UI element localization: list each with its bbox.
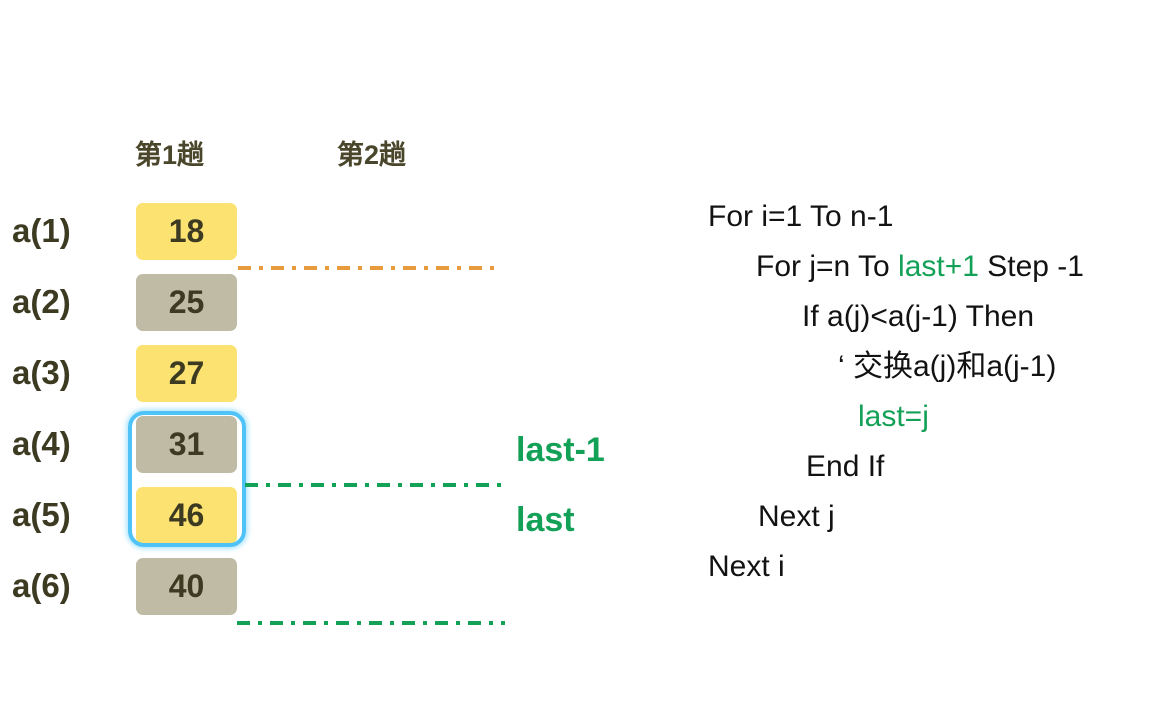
- code-segment: last=j: [858, 400, 929, 433]
- array-index-label-3: a(3): [12, 354, 71, 391]
- code-line-3: If a(j)<a(j-1) Then: [690, 292, 1150, 342]
- code-segment: End If: [806, 450, 885, 483]
- array-index-label-2: a(2): [12, 283, 71, 320]
- code-segment: Next j: [758, 500, 835, 533]
- pass-1-header: 第1趟: [135, 140, 205, 170]
- last-boundary-line: [245, 483, 501, 487]
- array-cell-6[interactable]: 40: [136, 558, 237, 615]
- array-cell-3[interactable]: 27: [136, 345, 237, 402]
- code-line-4: ‘ 交换a(j)和a(j-1): [690, 342, 1150, 392]
- slide-canvas: 第1趟 第2趟 a(1) 18 a(2) 25 a(3) 27 a(4) 31 a(5) 46 a(…: [0, 0, 1152, 720]
- array-index-label-1: a(1): [12, 212, 71, 249]
- pass-1-boundary-line: [238, 266, 498, 270]
- code-segment: ‘ 交换a(j)和a(j-1): [838, 350, 1057, 383]
- array-bottom-line: [237, 621, 505, 625]
- selection-highlight-box: [128, 411, 246, 547]
- array-index-label-5: a(5): [12, 496, 71, 533]
- pseudocode-block: For i=1 To n-1 For j=n To last+1 Step -1 I…: [690, 192, 1150, 592]
- code-segment: Next i: [708, 550, 785, 583]
- annotation-last-minus-1: last-1: [516, 431, 605, 469]
- annotation-last: last: [516, 501, 575, 539]
- array-index-label-4: a(4): [12, 425, 71, 462]
- pass-2-header: 第2趟: [337, 140, 407, 170]
- array-cell-2[interactable]: 25: [136, 274, 237, 331]
- code-segment: For i=1 To n-1: [708, 200, 894, 233]
- code-line-2: For j=n To last+1 Step -1: [690, 242, 1150, 292]
- code-segment: Step -1: [978, 250, 1084, 283]
- code-segment: last+1: [898, 250, 979, 283]
- code-line-5: last=j: [690, 392, 1150, 442]
- array-index-label-6: a(6): [12, 567, 71, 604]
- code-line-6: End If: [690, 442, 1150, 492]
- array-cell-1[interactable]: 18: [136, 203, 237, 260]
- code-line-1: For i=1 To n-1: [690, 192, 1150, 242]
- code-line-7: Next j: [690, 492, 1150, 542]
- code-segment: For j=n To: [756, 250, 899, 283]
- code-line-8: Next i: [690, 542, 1150, 592]
- code-segment: If a(j)<a(j-1) Then: [802, 300, 1035, 333]
